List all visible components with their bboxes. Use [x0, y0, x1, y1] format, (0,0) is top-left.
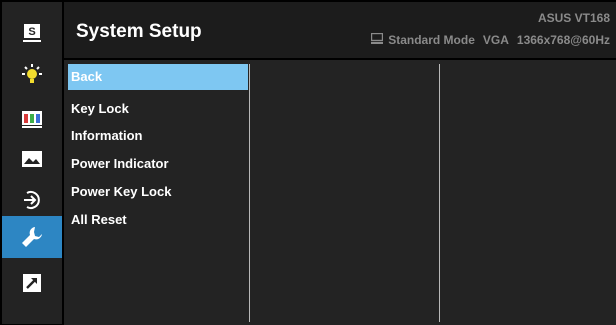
- menu-item-key-lock[interactable]: Key Lock: [68, 96, 248, 122]
- menu-item-back[interactable]: Back: [68, 64, 248, 90]
- input-value: VGA: [482, 33, 509, 47]
- monitor-model: ASUS VT168: [537, 11, 610, 25]
- column-divider: [439, 64, 440, 322]
- column-divider: [249, 64, 250, 322]
- resolution-value: 1366x768@60Hz: [516, 33, 610, 47]
- rail-item-input[interactable]: [2, 179, 62, 221]
- menu-item-power-indicator[interactable]: Power Indicator: [68, 151, 248, 177]
- mode-value: Standard Mode: [388, 33, 475, 47]
- rail-item-image[interactable]: [2, 138, 62, 180]
- page-title: System Setup: [76, 21, 202, 42]
- monitor-icon: [371, 32, 388, 47]
- rail-item-brightness[interactable]: [2, 54, 62, 96]
- input-select-icon: [21, 189, 43, 211]
- color-bars-icon: [21, 109, 43, 129]
- osd-window: S System Setup ASUS VT168 Standard Mode …: [0, 0, 616, 325]
- status-line: Standard Mode VGA 1366x768@60Hz: [371, 32, 610, 47]
- splendid-icon: S: [21, 22, 43, 44]
- rail-item-system-setup[interactable]: [2, 216, 62, 258]
- rail-item-shortcut[interactable]: [2, 262, 62, 304]
- osd-header: System Setup ASUS VT168 Standard Mode VG…: [64, 2, 616, 58]
- menu-item-power-key-lock[interactable]: Power Key Lock: [68, 179, 248, 205]
- settings-panel: Back Key Lock Information Power Indicato…: [64, 60, 616, 325]
- image-icon: [21, 150, 43, 168]
- rail-item-splendid[interactable]: S: [2, 12, 62, 54]
- rail-item-color[interactable]: [2, 98, 62, 140]
- menu-item-information[interactable]: Information: [68, 123, 248, 149]
- shortcut-arrow-icon: [22, 273, 42, 293]
- svg-text:S: S: [28, 26, 35, 38]
- osd-category-rail: S: [2, 2, 62, 324]
- system-setup-wrench-icon: [20, 225, 44, 249]
- menu-item-all-reset[interactable]: All Reset: [68, 207, 248, 233]
- brightness-icon: [20, 63, 44, 87]
